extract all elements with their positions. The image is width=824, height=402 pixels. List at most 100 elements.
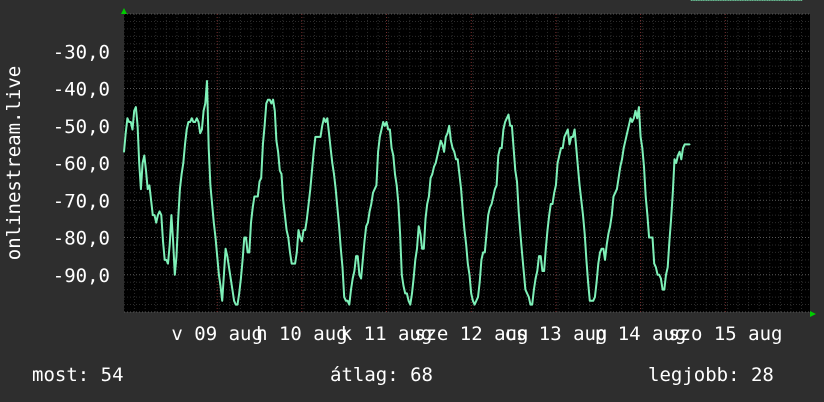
data-point — [455, 158, 457, 161]
data-point — [228, 266, 230, 269]
data-point — [594, 296, 596, 298]
data-point — [595, 281, 598, 284]
data-point — [500, 147, 503, 149]
data-point — [544, 247, 547, 250]
average-value-stat: átlag: 68 — [330, 364, 433, 386]
data-point — [133, 110, 135, 112]
data-point — [284, 214, 286, 216]
data-point — [207, 147, 210, 149]
data-point — [360, 277, 362, 280]
data-point — [688, 143, 691, 146]
data-point — [177, 218, 180, 220]
data-point — [282, 199, 285, 202]
data-point — [123, 151, 125, 153]
data-point — [629, 117, 632, 120]
data-point — [561, 147, 564, 149]
data-point — [555, 184, 557, 187]
data-point — [428, 195, 430, 198]
data-point — [338, 225, 340, 228]
data-point — [267, 98, 269, 101]
data-point — [326, 117, 329, 120]
data-point — [155, 221, 157, 224]
data-point — [190, 117, 193, 120]
data-point — [495, 184, 498, 187]
data-point — [334, 188, 337, 190]
data-point — [136, 124, 139, 127]
data-point — [411, 292, 413, 295]
data-point — [617, 177, 620, 179]
data-point — [677, 154, 679, 157]
data-point — [350, 288, 352, 291]
data-point — [368, 210, 371, 213]
data-point — [295, 251, 298, 254]
line-chart: -30,0 -40,0 -50,0 -60,0 -70,0 -80,0 -90,0 v 09… — [0, 0, 824, 402]
data-point — [358, 273, 361, 276]
data-point — [157, 214, 159, 216]
data-point — [226, 255, 229, 257]
data-point — [589, 300, 591, 302]
data-point — [248, 251, 251, 254]
data-point — [324, 121, 327, 123]
x-tick-label: v 09 aug — [171, 323, 263, 345]
data-point — [138, 162, 141, 164]
data-point — [389, 128, 391, 131]
data-point — [578, 184, 581, 187]
data-point — [257, 195, 259, 198]
data-point — [600, 247, 603, 250]
data-point — [582, 214, 584, 216]
data-point — [436, 154, 439, 157]
data-point — [534, 277, 537, 280]
data-point — [472, 300, 474, 302]
data-point — [162, 240, 164, 243]
data-point — [187, 121, 190, 123]
data-point — [399, 232, 401, 235]
data-point — [553, 192, 556, 194]
data-point — [570, 136, 572, 138]
data-point — [299, 236, 301, 239]
best-value-stat: legjobb: 28 — [648, 364, 774, 386]
data-point — [409, 303, 412, 306]
data-point — [250, 221, 252, 224]
data-point — [528, 296, 530, 298]
data-point — [653, 262, 655, 265]
data-point — [351, 277, 354, 280]
data-point — [272, 98, 274, 101]
data-point — [658, 273, 661, 276]
data-point — [301, 240, 303, 243]
data-point — [346, 300, 349, 302]
data-point — [128, 121, 130, 123]
data-point — [196, 117, 198, 120]
data-point — [536, 270, 539, 272]
data-point — [277, 151, 279, 153]
data-point — [651, 236, 654, 239]
data-point — [577, 165, 579, 168]
data-point — [612, 195, 615, 198]
data-point — [221, 300, 224, 302]
data-point — [682, 147, 684, 149]
data-point — [223, 273, 225, 276]
data-point — [585, 259, 588, 261]
data-point — [407, 300, 410, 302]
data-point — [478, 281, 481, 284]
data-point — [675, 162, 677, 164]
data-point — [514, 169, 517, 172]
data-point — [546, 229, 549, 231]
data-point — [661, 288, 664, 291]
data-point — [419, 232, 422, 235]
data-point — [575, 147, 578, 149]
data-point — [519, 232, 522, 235]
data-point — [509, 124, 511, 127]
data-point — [167, 262, 169, 265]
data-point — [655, 266, 657, 269]
data-point — [214, 236, 217, 239]
data-point — [165, 259, 168, 261]
data-point — [616, 188, 618, 190]
data-point — [641, 147, 644, 149]
data-point — [627, 124, 630, 127]
data-point — [148, 184, 151, 187]
data-point — [343, 296, 345, 298]
data-point — [197, 121, 200, 123]
data-point — [587, 281, 589, 284]
data-point — [451, 147, 454, 149]
data-point — [355, 255, 357, 257]
